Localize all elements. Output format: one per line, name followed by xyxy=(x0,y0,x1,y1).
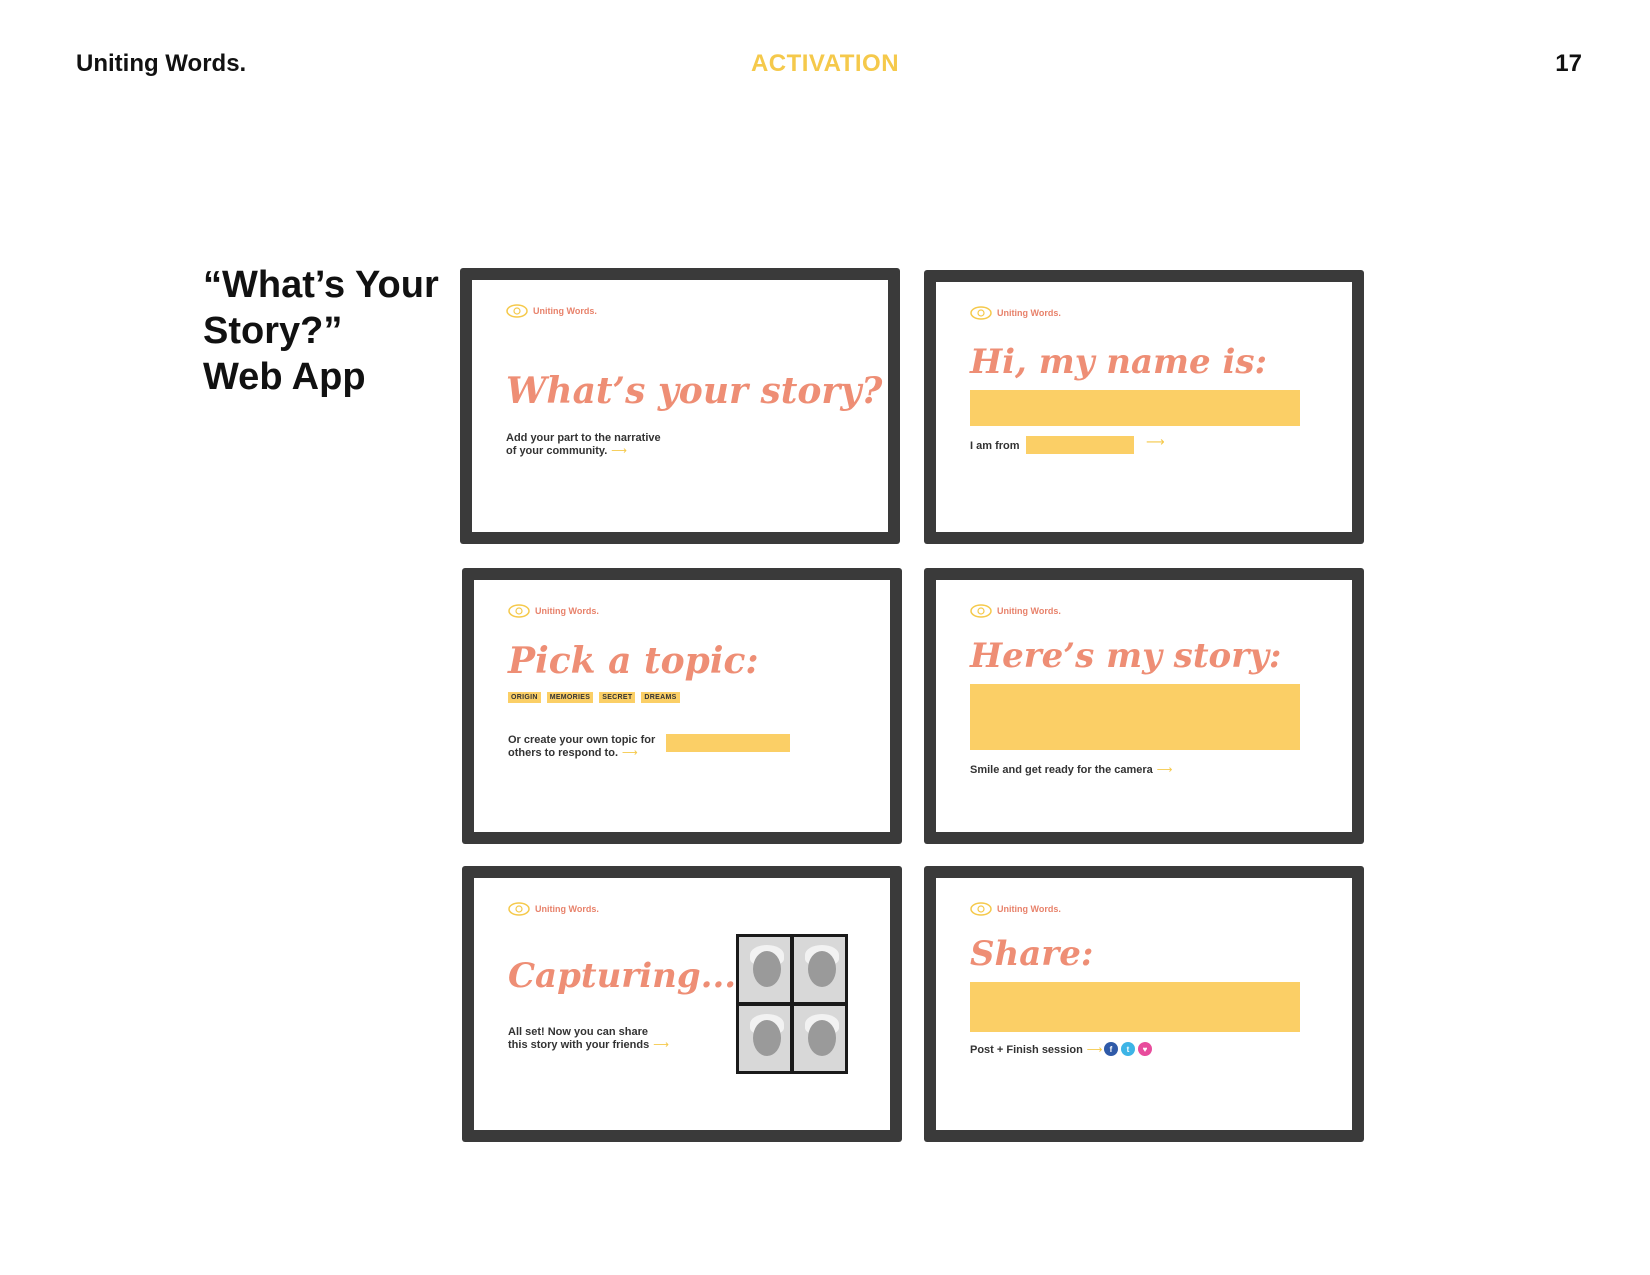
next-arrow-icon[interactable]: ⟶ xyxy=(1157,764,1173,776)
screen-story: Uniting Words. Here’s my story: Smile an… xyxy=(924,568,1364,844)
topic-chip-origin[interactable]: ORIGIN xyxy=(508,692,541,703)
story-input[interactable] xyxy=(970,684,1300,750)
capture-headline: Capturing... xyxy=(508,956,737,996)
topic-text-line-1: Or create your own topic for xyxy=(508,734,656,746)
story-headline: Here’s my story: xyxy=(970,636,1282,676)
screen-topic: Uniting Words. Pick a topic: ORIGIN MEMO… xyxy=(462,568,902,844)
logo-text: Uniting Words. xyxy=(997,606,1061,616)
screen-intro: Uniting Words. What’s your story? Add yo… xyxy=(460,268,900,544)
logo-icon xyxy=(508,604,530,618)
topic-chip-secret[interactable]: SECRET xyxy=(599,692,636,703)
logo-icon xyxy=(508,902,530,916)
screen-capture: Uniting Words. Capturing... All set! Now… xyxy=(462,866,902,1142)
logo-text: Uniting Words. xyxy=(535,904,599,914)
topic-chip-dreams[interactable]: DREAMS xyxy=(641,692,680,703)
app-logo: Uniting Words. xyxy=(506,304,597,318)
logo-text: Uniting Words. xyxy=(533,306,597,316)
name-input[interactable] xyxy=(970,390,1300,426)
share-text: Post + Finish session ⟶ xyxy=(970,1044,1103,1056)
photo-frame xyxy=(739,1006,790,1071)
topic-chips: ORIGIN MEMORIES SECRET DREAMS xyxy=(508,692,680,703)
custom-topic-input[interactable] xyxy=(666,734,790,752)
next-arrow-icon[interactable]: ⟶ xyxy=(622,747,638,759)
header-section-title: ACTIVATION xyxy=(750,50,900,77)
location-input[interactable] xyxy=(1026,436,1134,454)
photo-frame xyxy=(739,937,790,1002)
topic-chip-memories[interactable]: MEMORIES xyxy=(546,692,594,703)
screen-share: Uniting Words. Share: Post + Finish sess… xyxy=(924,866,1364,1142)
facebook-icon[interactable]: f xyxy=(1104,1042,1118,1056)
heart-icon[interactable]: ♥ xyxy=(1138,1042,1152,1056)
page-title-line-3: Web App xyxy=(203,356,366,398)
app-logo: Uniting Words. xyxy=(970,604,1061,618)
intro-headline: What’s your story? xyxy=(506,370,883,412)
logo-icon xyxy=(970,902,992,916)
logo-text: Uniting Words. xyxy=(997,308,1061,318)
photo-strip xyxy=(736,934,848,1074)
capture-text-line-1: All set! Now you can share xyxy=(508,1026,648,1038)
capture-text-line-2: this story with your friends xyxy=(508,1039,650,1051)
intro-text-line-1: Add your part to the narrative xyxy=(506,432,661,444)
logo-icon xyxy=(970,306,992,320)
next-arrow-icon[interactable]: ⟶ xyxy=(1087,1044,1103,1056)
logo-icon xyxy=(506,304,528,318)
logo-icon xyxy=(970,604,992,618)
topic-text-line-2: others to respond to. xyxy=(508,747,618,759)
next-arrow-icon[interactable]: ⟶ xyxy=(611,445,627,457)
capture-text: All set! Now you can share this story wi… xyxy=(508,1026,669,1052)
from-label: I am from xyxy=(970,440,1020,452)
next-arrow-icon[interactable]: ⟶ xyxy=(653,1039,669,1051)
twitter-icon[interactable]: t xyxy=(1121,1042,1135,1056)
page-title: “What’s Your Story?” Web App xyxy=(203,262,443,400)
app-logo: Uniting Words. xyxy=(508,902,599,916)
screen-name: Uniting Words. Hi, my name is: I am from… xyxy=(924,270,1364,544)
share-headline: Share: xyxy=(970,934,1094,974)
page-title-line-1: “What’s Your xyxy=(203,264,439,306)
social-icons: f t ♥ xyxy=(1104,1042,1152,1056)
page-number: 17 xyxy=(1555,50,1582,77)
intro-text-line-2: of your community. xyxy=(506,445,608,457)
name-headline: Hi, my name is: xyxy=(970,342,1268,382)
topic-headline: Pick a topic: xyxy=(508,640,759,682)
app-logo: Uniting Words. xyxy=(970,902,1061,916)
photo-frame xyxy=(794,1006,845,1071)
logo-text: Uniting Words. xyxy=(997,904,1061,914)
logo-text: Uniting Words. xyxy=(535,606,599,616)
intro-text: Add your part to the narrative of your c… xyxy=(506,432,661,458)
topic-text: Or create your own topic for others to r… xyxy=(508,734,655,760)
page-title-line-2: Story?” xyxy=(203,310,343,352)
next-arrow-icon[interactable]: ⟶ xyxy=(1146,434,1165,450)
share-preview xyxy=(970,982,1300,1032)
app-logo: Uniting Words. xyxy=(508,604,599,618)
app-logo: Uniting Words. xyxy=(970,306,1061,320)
story-text: Smile and get ready for the camera ⟶ xyxy=(970,764,1173,776)
photo-frame xyxy=(794,937,845,1002)
